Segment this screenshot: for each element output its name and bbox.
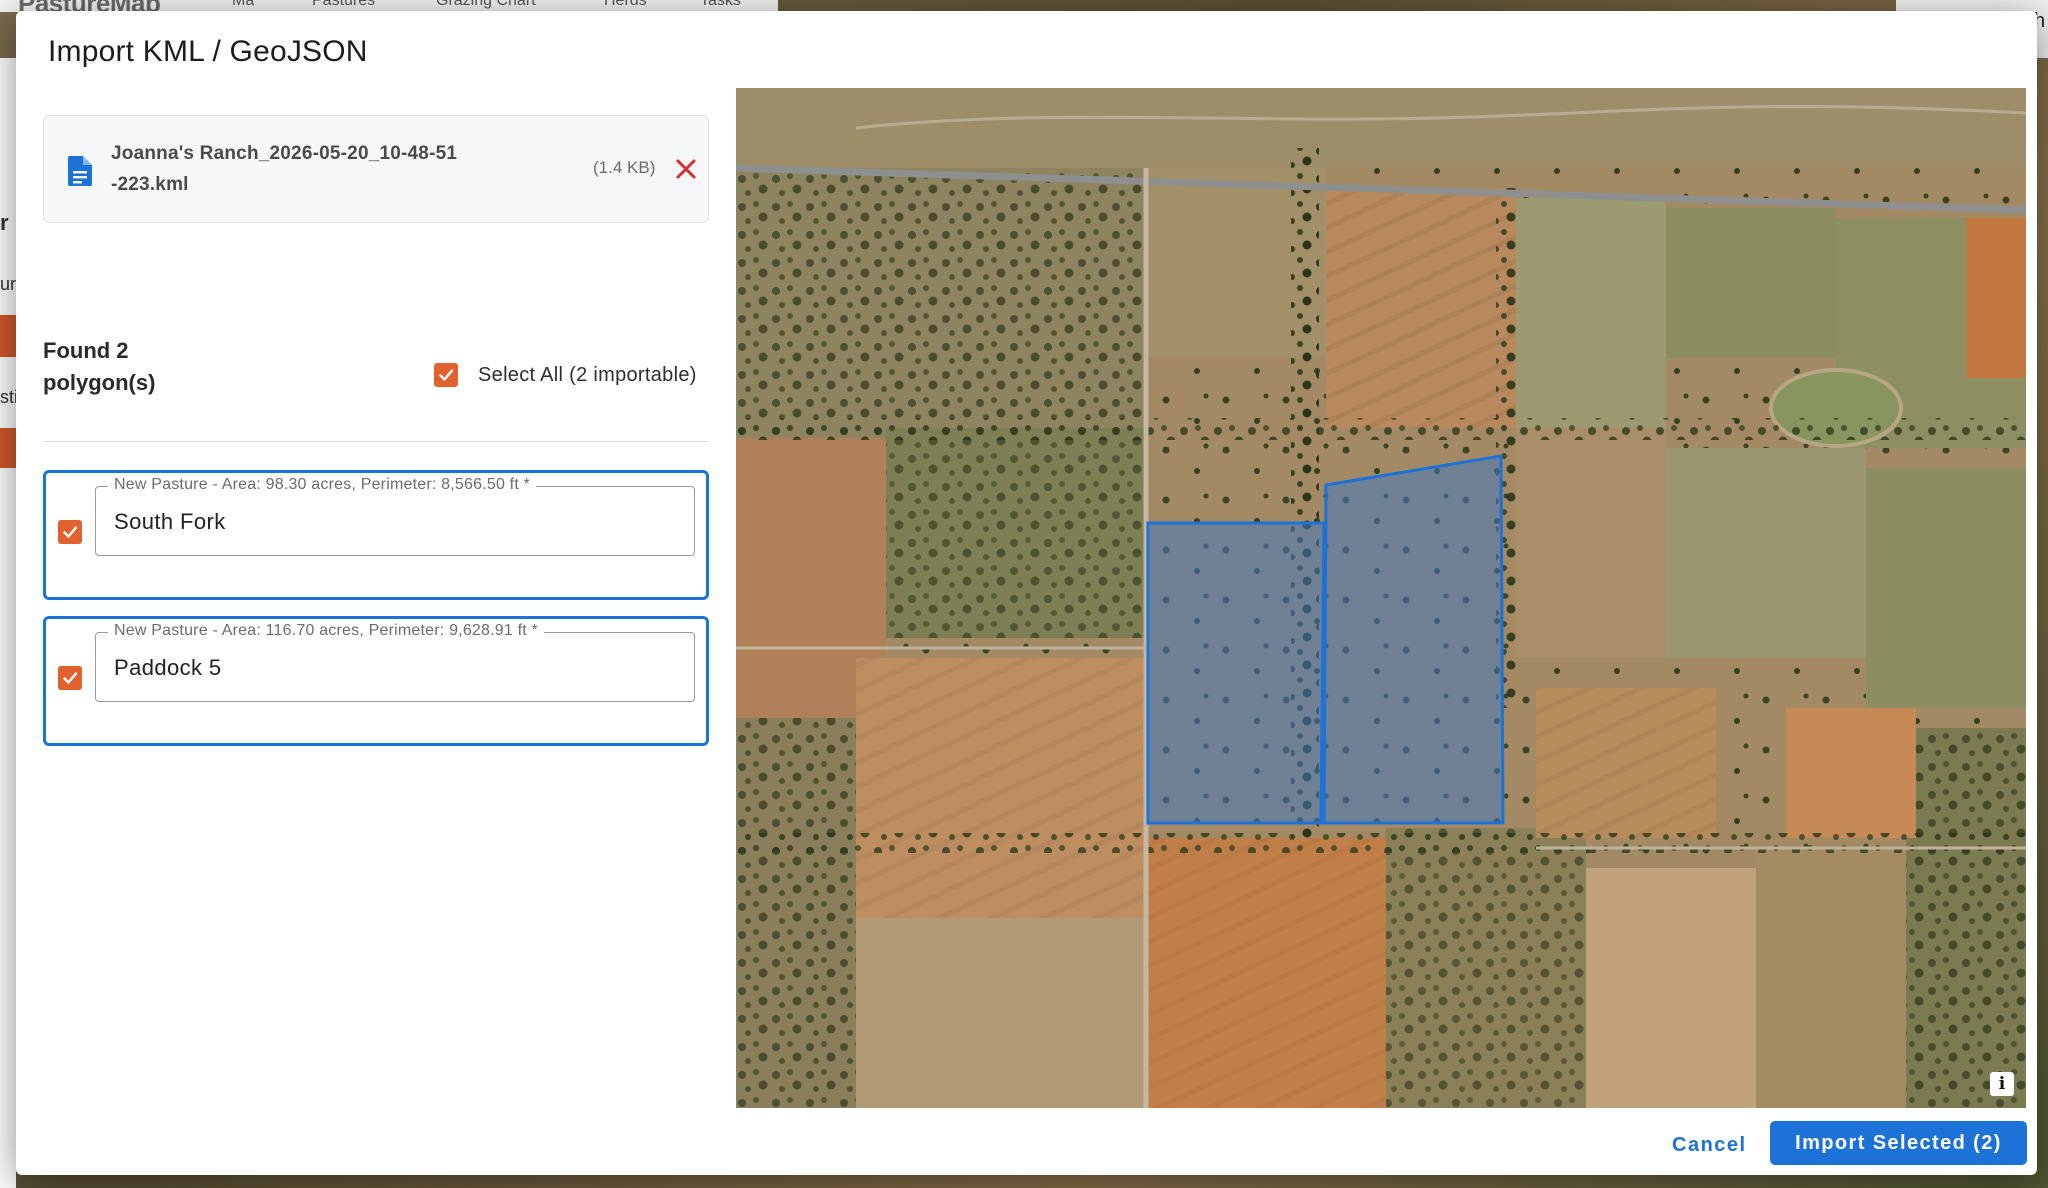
polygon-card: New Pasture - Area: 98.30 acres, Perimet…: [43, 470, 709, 600]
polygon-checkbox[interactable]: [58, 666, 82, 690]
satellite-map: [736, 88, 2026, 1108]
map-preview[interactable]: i: [736, 88, 2026, 1108]
divider: [43, 441, 709, 442]
file-size: (1.4 KB): [593, 158, 656, 177]
polygon-name-input[interactable]: [114, 505, 674, 539]
cancel-button[interactable]: Cancel: [1662, 1123, 1757, 1167]
background-orange-button: [0, 315, 16, 357]
select-all-checkbox[interactable]: Select All (2 importable): [434, 355, 697, 395]
checkbox-checked-icon[interactable]: [434, 363, 458, 387]
polygon-name-field: New Pasture - Area: 116.70 acres, Perime…: [95, 622, 695, 702]
polygon-checkbox[interactable]: [58, 520, 82, 544]
background-left-panel: r ur sti: [0, 58, 18, 1188]
background-text-fragment: ur: [0, 274, 17, 294]
polygon-name-input[interactable]: [114, 651, 674, 685]
background-nav-item: Tasks: [700, 0, 741, 9]
check-icon: [63, 672, 78, 684]
file-document-icon: [68, 156, 92, 186]
file-card: Joanna's Ranch_2026-05-20_10-48-51-223.k…: [43, 115, 709, 223]
close-icon[interactable]: [671, 154, 701, 184]
background-text-fragment: r: [0, 210, 9, 235]
dialog-title: Import KML / GeoJSON: [48, 35, 368, 68]
map-info-button[interactable]: i: [1990, 1072, 2014, 1096]
select-all-label: Select All (2 importable): [478, 363, 697, 386]
check-icon: [63, 526, 78, 538]
found-polygons-count: Found 2 polygon(s): [43, 338, 156, 395]
import-selected-button[interactable]: Import Selected (2): [1770, 1121, 2027, 1165]
background-nav-item: Ma: [232, 0, 255, 9]
file-name: Joanna's Ranch_2026-05-20_10-48-51-223.k…: [111, 143, 458, 195]
background-nav-item: Grazing Chart: [436, 0, 536, 9]
polygon-name-field: New Pasture - Area: 98.30 acres, Perimet…: [95, 476, 695, 556]
import-dialog: Import KML / GeoJSON Joanna's Ranch_2026…: [16, 11, 2037, 1175]
polygon-field-legend: New Pasture - Area: 98.30 acres, Perimet…: [108, 476, 537, 494]
background-nav-item: Herds: [604, 0, 647, 9]
background-nav-item: Pastures: [312, 0, 376, 9]
polygon-card: New Pasture - Area: 116.70 acres, Perime…: [43, 616, 709, 746]
polygon-field-legend: New Pasture - Area: 116.70 acres, Perime…: [108, 622, 544, 640]
background-orange-button: [0, 428, 16, 468]
